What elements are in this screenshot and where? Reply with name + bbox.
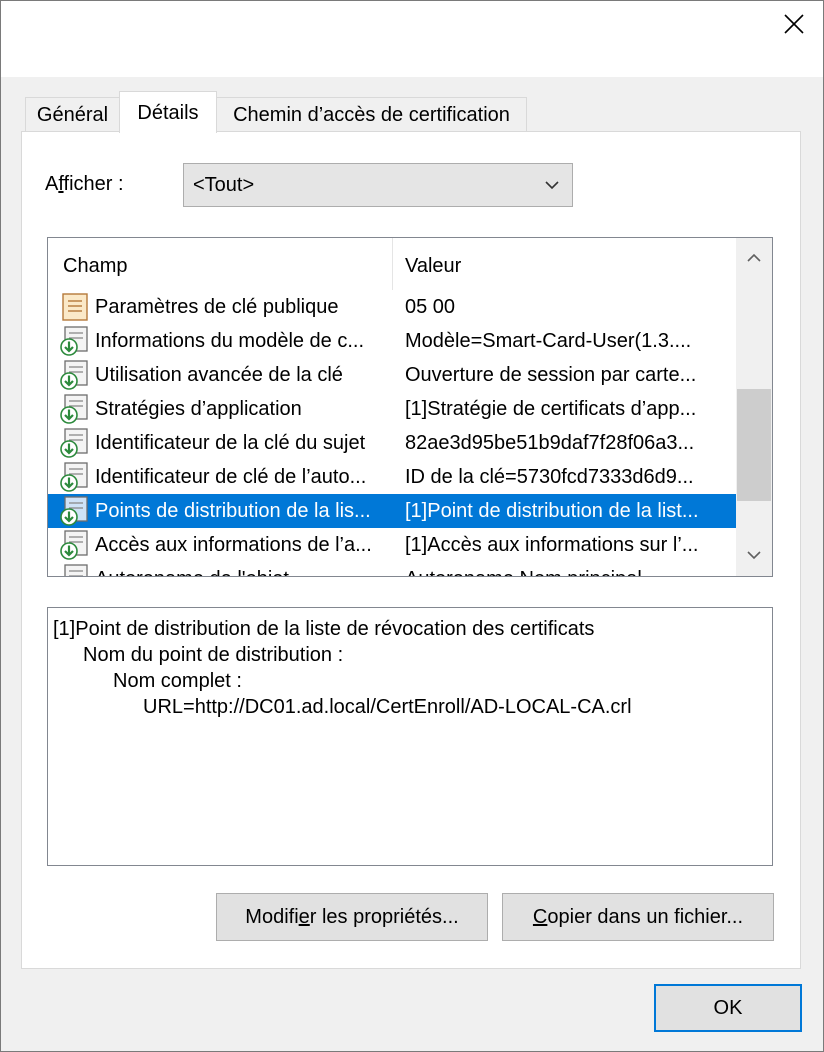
row-field-cell: Informations du modèle de c... [95, 330, 365, 352]
copy-to-file-button[interactable]: Copier dans un fichier... [502, 893, 774, 941]
row-value-cell: Modèle=Smart-Card-User(1.3.... [405, 330, 692, 352]
extension-icon [59, 529, 91, 561]
row-field-cell: Utilisation avancée de la clé [95, 364, 343, 386]
chevron-down-icon [747, 551, 761, 560]
chevron-up-icon [747, 253, 761, 262]
extension-icon [59, 427, 91, 459]
table-row[interactable]: Paramètres de clé publique 05 00 [48, 290, 736, 324]
extension-icon [59, 563, 91, 576]
table-row[interactable]: Informations du modèle de c... Modèle=Sma… [48, 324, 736, 358]
field-details-textbox[interactable]: [1]Point de distribution de la liste de … [47, 607, 773, 866]
row-value-cell: Autorename Nom principal ... [405, 562, 730, 576]
row-value-cell: [1]Point de distribution de la list... [405, 500, 699, 522]
scroll-down-button[interactable] [736, 537, 772, 573]
row-field-cell: Autorename de l'objet... [95, 562, 393, 576]
fields-list[interactable]: Champ Valeur Paramètres de clé publique 0… [47, 237, 773, 577]
ok-button[interactable]: OK [654, 984, 802, 1032]
scroll-up-button[interactable] [736, 240, 772, 276]
row-field-cell: Paramètres de clé publique [95, 296, 339, 318]
row-field-cell: Stratégies d’application [95, 398, 302, 420]
table-row[interactable]: Identificateur de clé de l’auto... ID de … [48, 460, 736, 494]
close-button[interactable] [777, 9, 811, 39]
scroll-thumb[interactable] [737, 389, 771, 501]
close-icon [784, 14, 804, 34]
table-row[interactable]: Autorename de l'objet... Autorename Nom p… [48, 562, 736, 576]
row-value-cell: [1]Accès aux informations sur l’... [405, 534, 699, 556]
tab-general[interactable]: Général [25, 97, 120, 131]
row-field-cell: Points de distribution de la lis... [95, 500, 371, 522]
show-dropdown-value: <Tout> [193, 174, 255, 196]
row-value-cell: 82ae3d95be51b9daf7f28f06a3... [405, 432, 695, 454]
show-label: Afficher : [45, 173, 124, 195]
extension-icon [59, 325, 91, 357]
tab-certification-path[interactable]: Chemin d’accès de certification [216, 97, 527, 131]
row-value-cell: [1]Stratégie de certificats d’app... [405, 398, 697, 420]
details-line: Nom complet : [113, 670, 242, 692]
table-row[interactable]: Stratégies d’application [1]Stratégie de … [48, 392, 736, 426]
extension-icon [59, 461, 91, 493]
tab-details[interactable]: Détails [119, 91, 217, 133]
table-row[interactable]: Points de distribution de la lis... [1]Po… [48, 494, 736, 528]
row-value-cell: ID de la clé=5730fcd7333d6d9... [405, 466, 694, 488]
title-bar [1, 1, 823, 77]
table-row[interactable]: Identificateur de la clé du sujet 82ae3d9… [48, 426, 736, 460]
row-field-cell: Identificateur de clé de l’auto... [95, 466, 367, 488]
extension-icon [59, 359, 91, 391]
extension-icon [59, 495, 91, 527]
table-row[interactable]: Utilisation avancée de la clé Ouverture d… [48, 358, 736, 392]
details-line: URL=http://DC01.ad.local/CertEnroll/AD-L… [143, 696, 632, 718]
list-rows: Paramètres de clé publique 05 00 Informati… [48, 290, 736, 576]
list-scrollbar[interactable] [736, 238, 772, 576]
certificate-field-icon [59, 291, 91, 323]
row-value-cell: 05 00 [405, 296, 456, 318]
chevron-down-icon [545, 181, 559, 190]
edit-properties-button[interactable]: Modifier les propriétés... [216, 893, 488, 941]
details-line: [1]Point de distribution de la liste de … [53, 618, 595, 640]
list-header: Champ Valeur [48, 238, 736, 290]
row-value-cell: Ouverture de session par carte... [405, 364, 697, 386]
row-field-cell: Accès aux informations de l’a... [95, 534, 372, 556]
column-header-value[interactable]: Valeur [393, 238, 736, 290]
column-header-field[interactable]: Champ [48, 238, 393, 290]
extension-icon [59, 393, 91, 425]
details-line: Nom du point de distribution : [83, 644, 344, 666]
show-dropdown[interactable]: <Tout> [183, 163, 573, 207]
row-field-cell: Identificateur de la clé du sujet [95, 432, 366, 454]
table-row[interactable]: Accès aux informations de l’a... [1]Accès… [48, 528, 736, 562]
